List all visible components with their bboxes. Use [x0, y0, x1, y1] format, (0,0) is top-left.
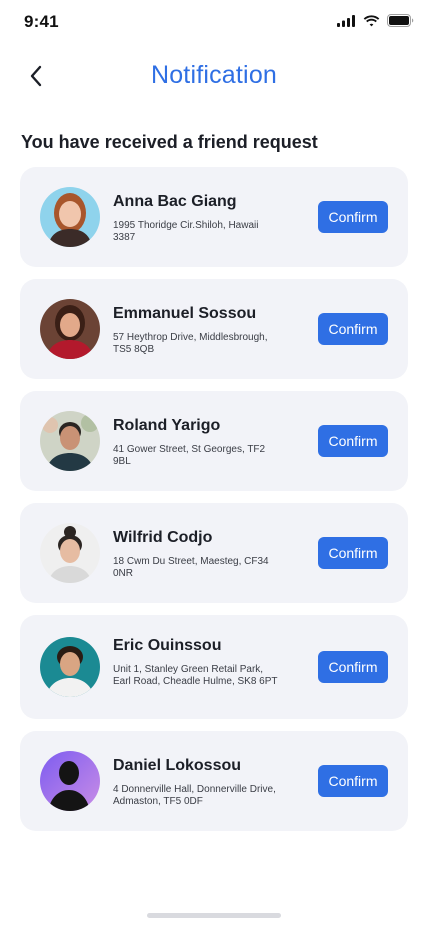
header: Notification — [0, 56, 428, 96]
requester-address: 18 Cwm Du Street, Maesteg, CF34 0NR — [113, 556, 269, 579]
requester-name: Anna Bac Giang — [113, 193, 237, 210]
avatar — [40, 299, 100, 359]
status-time: 9:41 — [24, 12, 59, 31]
requester-name: Roland Yarigo — [113, 417, 221, 434]
status-bar: 9:41 — [0, 0, 428, 44]
requester-name: Wilfrid Codjo — [113, 529, 213, 546]
friend-request-card: Roland Yarigo 41 Gower Street, St George… — [20, 391, 408, 491]
confirm-button[interactable]: Confirm — [318, 765, 388, 797]
avatar — [40, 187, 100, 247]
avatar — [40, 637, 100, 697]
avatar — [40, 411, 100, 471]
avatar — [40, 523, 100, 583]
friend-request-card: Wilfrid Codjo 18 Cwm Du Street, Maesteg,… — [20, 503, 408, 603]
confirm-button[interactable]: Confirm — [318, 651, 388, 683]
confirm-button[interactable]: Confirm — [318, 537, 388, 569]
cellular-signal-icon — [337, 14, 355, 27]
page-title: Notification — [150, 61, 278, 89]
requester-address: 41 Gower Street, St Georges, TF2 9BL — [113, 444, 266, 467]
requester-address: 4 Donnerville Hall, Donnerville Drive, A… — [113, 784, 276, 807]
home-indicator — [147, 913, 281, 918]
requester-address: 57 Heythrop Drive, Middlesbrough, TS5 8Q… — [113, 332, 268, 355]
wifi-icon — [363, 14, 380, 26]
requester-address: Unit 1, Stanley Green Retail Park, Earl … — [113, 664, 278, 687]
requester-address: 1995 Thoridge Cir.Shiloh, Hawaii 3387 — [113, 220, 259, 243]
friend-request-card: Anna Bac Giang 1995 Thoridge Cir.Shiloh,… — [20, 167, 408, 267]
confirm-button[interactable]: Confirm — [318, 313, 388, 345]
requester-name: Emmanuel Sossou — [113, 305, 257, 322]
friend-request-card: Eric Ouinssou Unit 1, Stanley Green Reta… — [20, 615, 408, 719]
confirm-button[interactable]: Confirm — [318, 201, 388, 233]
section-title: You have received a friend request — [21, 132, 318, 152]
avatar — [40, 751, 100, 811]
friend-request-card: Emmanuel Sossou 57 Heythrop Drive, Middl… — [20, 279, 408, 379]
status-icons — [337, 14, 414, 27]
requester-name: Eric Ouinssou — [113, 637, 222, 654]
requester-name: Daniel Lokossou — [113, 757, 242, 774]
confirm-button[interactable]: Confirm — [318, 425, 388, 457]
friend-request-card: Daniel Lokossou 4 Donnerville Hall, Donn… — [20, 731, 408, 831]
battery-icon — [387, 14, 414, 27]
